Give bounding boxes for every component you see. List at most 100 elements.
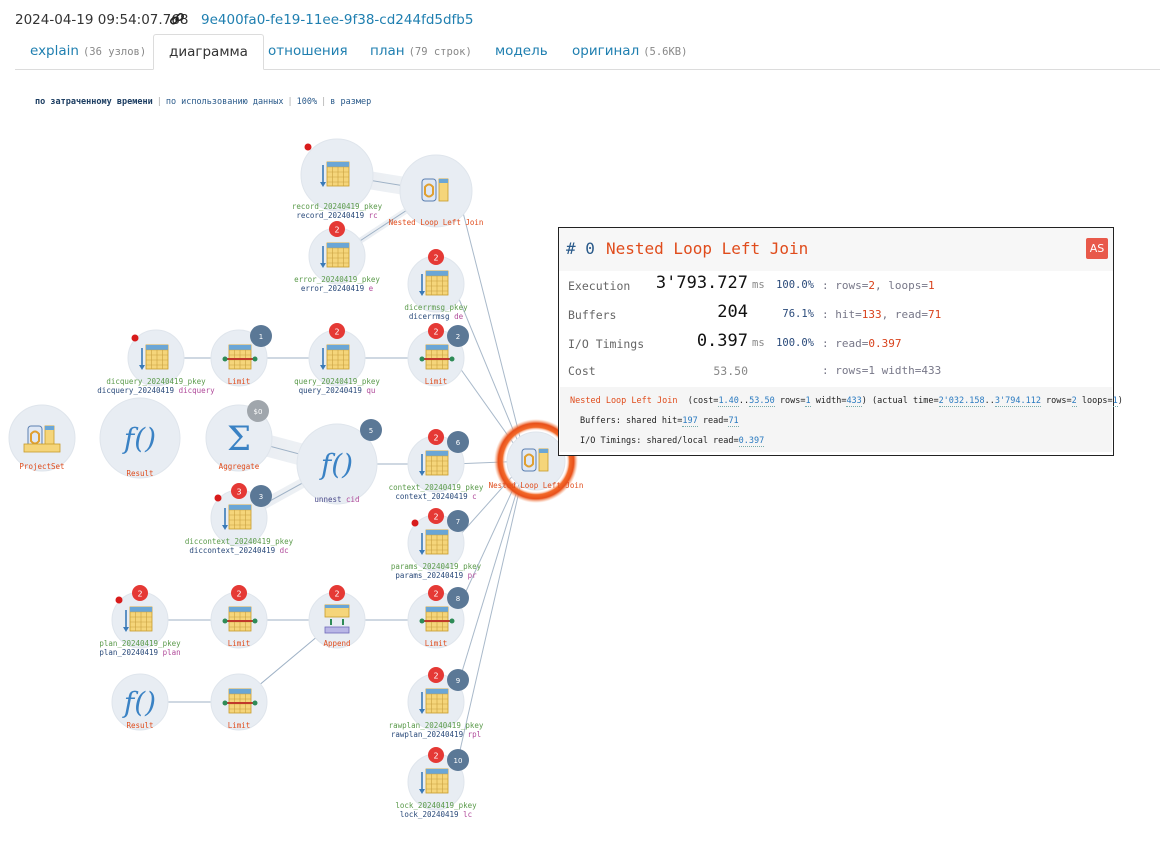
tab-explain[interactable]: explain (36 узлов) [15, 34, 161, 68]
row-value: 0.397 [696, 331, 748, 351]
table-header [426, 530, 448, 535]
row-percent: 76.1% [782, 308, 814, 320]
node-label-primary: Append [323, 639, 351, 648]
tab-original[interactable]: оригинал (5.6KB) [557, 34, 702, 68]
function-name: unnest [314, 495, 347, 504]
row-value: 3'793.727 [655, 273, 748, 293]
node-label-primary: Result [126, 721, 154, 730]
table-header [229, 505, 251, 510]
tab-diagram[interactable]: диаграмма [153, 34, 264, 70]
gray-badge-number: 5 [369, 427, 373, 435]
tab-label: отношения [268, 43, 348, 59]
function-icon: f() [122, 686, 156, 719]
io-timings-row: I/O Timings 0.397 ms 100.0% : read=0.397 [568, 331, 1108, 357]
limit-dot [419, 356, 425, 362]
detail-num[interactable]: 433 [846, 396, 862, 407]
warning-dot [115, 596, 123, 604]
red-badge-count: 2 [433, 672, 438, 681]
link-icon[interactable] [169, 11, 185, 27]
node-label-primary: Nested Loop Left Join [488, 481, 584, 490]
row-label: Cost [568, 364, 596, 378]
detail-text: ) [1117, 396, 1123, 406]
tab-relations[interactable]: отношения [253, 34, 363, 68]
extra-text: : hit= [822, 308, 862, 321]
tab-sub: (36 узлов) [82, 46, 147, 58]
red-badge-count: 2 [137, 590, 142, 599]
table-header [229, 607, 251, 612]
extra-text: : rows= [822, 279, 869, 292]
table-header [146, 345, 168, 350]
node-label: context_20240419_pkey context_20240419 c [389, 483, 484, 501]
detail-num[interactable]: 2'032.158 [938, 396, 985, 407]
tab-sub: (79 строк) [408, 46, 472, 58]
node-label: diccontext_20240419_pkey diccontext_20240… [185, 537, 293, 556]
gray-badge-number: 8 [456, 595, 460, 603]
detail-num[interactable]: 0.397 [738, 436, 765, 447]
column-header [539, 449, 548, 453]
red-badge-count: 2 [334, 328, 339, 337]
table-alias: de [454, 311, 464, 321]
plan-node[interactable] [399, 154, 473, 228]
warning-dot [304, 143, 312, 151]
plan-node[interactable]: f() 5 [296, 419, 382, 505]
table-alias: e [368, 283, 374, 293]
row-label: Buffers [568, 308, 617, 322]
gray-badge-number: 6 [456, 439, 461, 447]
function-icon: f() [122, 422, 156, 455]
detail-num[interactable]: 3'794.112 [994, 396, 1041, 407]
tab-sub: (5.6KB) [643, 46, 688, 58]
node-label-secondary: query_20240419 qu [294, 385, 380, 396]
separator: | [287, 97, 293, 107]
table-header [229, 345, 251, 350]
tab-label: диаграмма [169, 44, 248, 60]
tab-bar: explain (36 узлов) диаграмма отношения пл… [15, 34, 1160, 70]
red-badge-count: 2 [433, 752, 438, 761]
node-label-secondary: dicerrmsg de [404, 311, 467, 322]
node-title: Nested Loop Left Join [606, 239, 809, 258]
warning-dot [411, 519, 419, 527]
detail-num[interactable]: 71 [728, 416, 739, 427]
red-badge-count: 2 [433, 254, 438, 263]
view-by-data[interactable]: по использованию данных [166, 97, 284, 107]
node-label-primary: Aggregate [218, 462, 260, 471]
warning-dot [214, 494, 222, 502]
node-label-secondary: plan_20240419 plan [99, 647, 180, 658]
tab-label: план [370, 43, 405, 59]
plan-node[interactable] [300, 138, 374, 212]
append-table-header [325, 605, 349, 608]
table-name: query_20240419 [298, 385, 367, 395]
table-name: error_20240419 [300, 283, 369, 293]
separator: | [156, 97, 162, 107]
table-header [426, 689, 448, 694]
limit-dot [252, 356, 258, 362]
node-label-secondary: rawplan_20240419 rpl [389, 730, 484, 740]
plan-node[interactable]: f() [99, 397, 181, 479]
red-badge-count: 2 [334, 590, 339, 599]
table-name: plan_20240419 [99, 647, 163, 657]
detail-num[interactable]: 53.50 [749, 396, 775, 407]
detail-num[interactable]: 197 [682, 416, 698, 427]
detail-num[interactable]: 1.40 [718, 396, 739, 407]
extra-value: 2 [868, 279, 875, 292]
detail-line-io: I/O Timings: shared/local read=0.397 [580, 436, 765, 447]
view-zoom-100[interactable]: 100% [297, 97, 317, 107]
row-value: 53.50 [713, 364, 748, 378]
node-label: dicerrmsg_pkey dicerrmsg de [404, 303, 467, 322]
tab-label: модель [495, 43, 548, 59]
plan-uuid-link[interactable]: 9e400fa0-fe19-11ee-9f38-cd244fd5dfb5 [201, 12, 473, 28]
view-fit[interactable]: в размер [330, 97, 371, 107]
plan-node[interactable]: Σ$0 [205, 400, 273, 472]
node-label-secondary: diccontext_20240419 dc [185, 546, 293, 556]
row-extra: : rows=2, loops=1 [822, 279, 935, 292]
timestamp: 2024-04-19 09:54:07.768 [15, 12, 189, 28]
row-unit: ms [752, 337, 765, 349]
view-by-time[interactable]: по затраченному времени [35, 97, 153, 107]
node-label-primary: ProjectSet [19, 462, 65, 471]
table-header [426, 345, 448, 350]
extra-text: , loops= [874, 279, 928, 292]
tab-plan[interactable]: план (79 строк) [355, 34, 487, 68]
tab-model[interactable]: модель [480, 34, 563, 68]
detail-text: I/O Timings: shared/local read= [580, 436, 739, 446]
node-label: record_20240419_pkey record_20240419 rc [292, 202, 382, 220]
as-button[interactable]: AS [1086, 238, 1108, 259]
